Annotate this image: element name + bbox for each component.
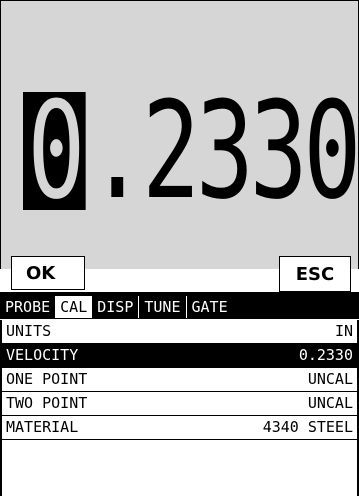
menu-row-label: VELOCITY: [6, 346, 79, 364]
menu-row-two-point[interactable]: TWO POINT UNCAL: [0, 392, 359, 416]
menu-row-value: UNCAL: [307, 394, 353, 412]
tab-cal[interactable]: CAL: [55, 296, 93, 318]
menu-empty-area: [0, 440, 359, 496]
tab-gate[interactable]: GATE: [185, 296, 233, 318]
menu-row-value: IN: [334, 322, 353, 340]
menu-row-one-point[interactable]: ONE POINT UNCAL: [0, 368, 359, 392]
menu-row-label: UNITS: [6, 322, 52, 340]
esc-button[interactable]: ESC: [279, 256, 351, 292]
menu-row-label: MATERIAL: [6, 418, 79, 436]
velocity-value-display[interactable]: 0 .2330: [23, 73, 359, 229]
menu-row-value: UNCAL: [307, 370, 353, 388]
menu-row-material[interactable]: MATERIAL 4340 STEEL: [0, 416, 359, 440]
menu-row-label: TWO POINT: [6, 394, 88, 412]
value-edit-panel: 0 .2330: [0, 0, 359, 269]
tab-disp[interactable]: DISP: [92, 296, 138, 318]
menu-list: UNITS IN VELOCITY 0.2330 ONE POINT UNCAL…: [0, 320, 359, 440]
selected-digit[interactable]: 0: [23, 84, 86, 218]
tab-bar: PROBE CAL DISP TUNE GATE: [0, 295, 359, 319]
menu-row-units[interactable]: UNITS IN: [0, 320, 359, 344]
ok-button[interactable]: OK: [11, 256, 85, 290]
tab-tune[interactable]: TUNE: [138, 296, 185, 318]
menu-row-value: 4340 STEEL: [262, 418, 353, 436]
menu-row-velocity[interactable]: VELOCITY 0.2330: [0, 344, 359, 368]
tab-probe[interactable]: PROBE: [0, 296, 55, 318]
value-remainder: .2330: [88, 73, 359, 229]
menu-row-label: ONE POINT: [6, 370, 88, 388]
menu-row-value: 0.2330: [298, 346, 353, 364]
